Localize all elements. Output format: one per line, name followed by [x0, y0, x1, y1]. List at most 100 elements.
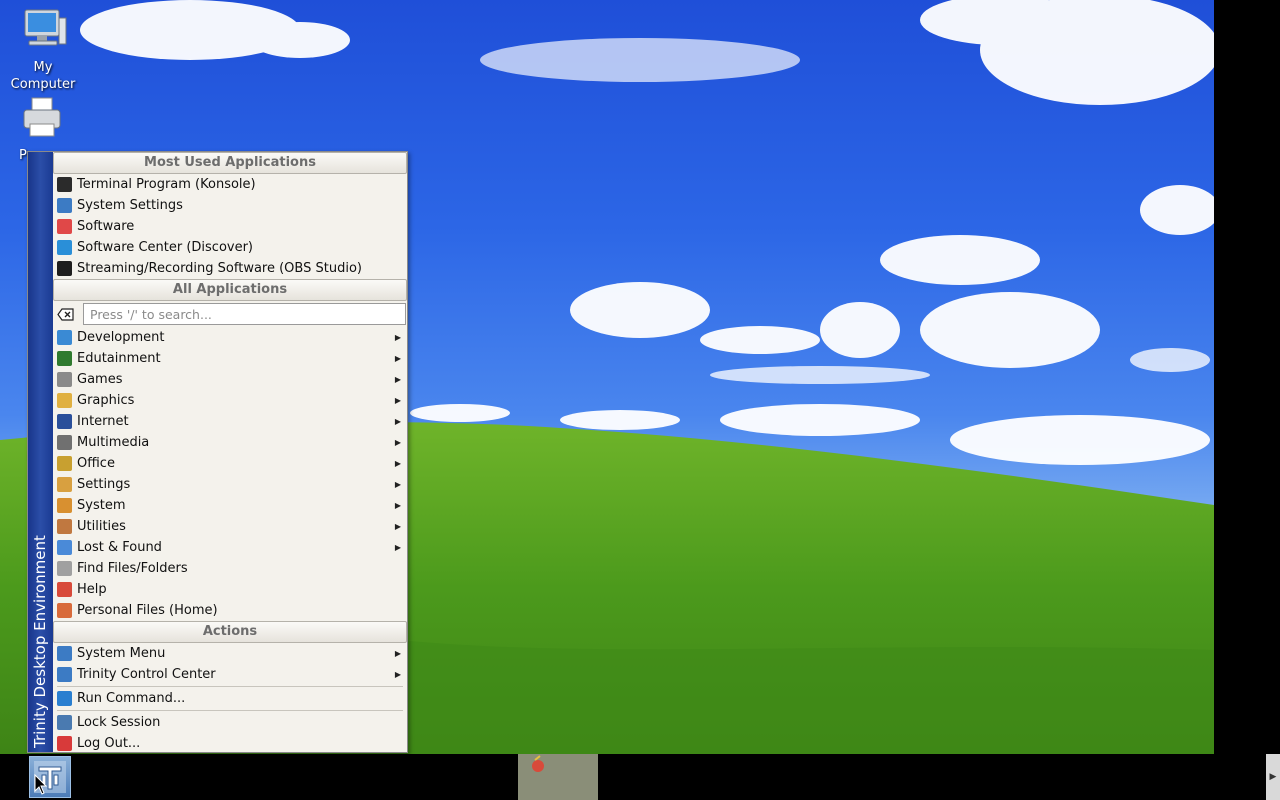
- menu-item-label: Games: [77, 372, 123, 387]
- system-menu-icon: [57, 646, 72, 661]
- utilities-icon: [57, 519, 72, 534]
- menu-item-development[interactable]: Development ▶: [53, 327, 407, 348]
- menu-item-label: Software Center (Discover): [77, 240, 254, 255]
- edutainment-icon: [57, 351, 72, 366]
- menu-item-terminal-program-konsole[interactable]: Terminal Program (Konsole): [53, 174, 407, 195]
- menu-item-lock-session[interactable]: Lock Session: [53, 712, 407, 733]
- menu-item-label: Help: [77, 582, 107, 597]
- menu-item-label: Streaming/Recording Software (OBS Studio…: [77, 261, 362, 276]
- submenu-arrow-icon: ▶: [394, 649, 401, 658]
- system-settings-icon: [57, 198, 72, 213]
- menu-item-streaming-recording-software-obs-studio[interactable]: Streaming/Recording Software (OBS Studio…: [53, 258, 407, 279]
- menu-item-label: System Menu: [77, 646, 166, 661]
- submenu-arrow-icon: ▶: [394, 543, 401, 552]
- submenu-arrow-icon: ▶: [394, 354, 401, 363]
- panel-scroll-right-button[interactable]: ▶: [1266, 754, 1280, 800]
- help-lifebuoy-icon: [57, 582, 72, 597]
- discover-icon: [57, 240, 72, 255]
- menu-item-system[interactable]: System ▶: [53, 495, 407, 516]
- menu-separator: [57, 686, 403, 687]
- logout-icon: [57, 736, 72, 751]
- games-icon: [57, 372, 72, 387]
- side-banner: Trinity Desktop Environment: [28, 152, 53, 752]
- menu-item-graphics[interactable]: Graphics ▶: [53, 390, 407, 411]
- all-apps-list: Development ▶ Edutainment ▶ Games ▶ Graphics ▶ I…: [53, 327, 407, 621]
- menu-item-system-settings[interactable]: System Settings: [53, 195, 407, 216]
- start-menu[interactable]: Trinity Desktop Environment Most Used Ap…: [27, 151, 408, 753]
- menu-item-label: Software: [77, 219, 135, 234]
- submenu-arrow-icon: ▶: [394, 438, 401, 447]
- menu-item-system-menu[interactable]: System Menu ▶: [53, 643, 407, 664]
- submenu-arrow-icon: ▶: [394, 417, 401, 426]
- screen-edge: [1214, 0, 1280, 754]
- menu-item-label: System: [77, 498, 126, 513]
- menu-item-label: Development: [77, 330, 165, 345]
- menu-item-find-files-folders[interactable]: Find Files/Folders: [53, 558, 407, 579]
- menu-item-label: Multimedia: [77, 435, 150, 450]
- submenu-arrow-icon: ▶: [394, 522, 401, 531]
- control-center-icon: [57, 667, 72, 682]
- run-command-icon: [57, 691, 72, 706]
- desktop-icon-label: Computer: [10, 77, 76, 92]
- menu-item-office[interactable]: Office ▶: [53, 453, 407, 474]
- menu-separator: [57, 710, 403, 711]
- menu-item-internet[interactable]: Internet ▶: [53, 411, 407, 432]
- menu-item-settings[interactable]: Settings ▶: [53, 474, 407, 495]
- settings-icon: [57, 477, 72, 492]
- menu-item-help[interactable]: Help: [53, 579, 407, 600]
- desktop-icon-my-computer[interactable]: My Computer: [6, 8, 80, 93]
- office-icon: [57, 456, 72, 471]
- menu-item-utilities[interactable]: Utilities ▶: [53, 516, 407, 537]
- help-circle-icon: [57, 540, 72, 555]
- menu-item-games[interactable]: Games ▶: [53, 369, 407, 390]
- menu-item-software-center-discover[interactable]: Software Center (Discover): [53, 237, 407, 258]
- menu-item-label: Lock Session: [77, 715, 161, 730]
- computer-icon: [24, 9, 67, 46]
- clear-search-icon[interactable]: [57, 308, 74, 321]
- taskbar-app-button[interactable]: [518, 754, 598, 800]
- menu-body: Most Used Applications Terminal Program …: [53, 152, 407, 752]
- menu-item-label: Log Out...: [77, 736, 141, 751]
- section-header-all-apps: All Applications: [53, 279, 407, 301]
- find-icon: [57, 561, 72, 576]
- home-icon: [57, 603, 72, 618]
- app-thumbnail-icon: [532, 755, 544, 772]
- submenu-arrow-icon: ▶: [394, 501, 401, 510]
- system-icon: [57, 498, 72, 513]
- printer-icon: [23, 97, 61, 137]
- section-header-most-used: Most Used Applications: [53, 152, 407, 174]
- search-row: [53, 301, 407, 327]
- menu-item-multimedia[interactable]: Multimedia ▶: [53, 432, 407, 453]
- graphics-icon: [57, 393, 72, 408]
- menu-item-edutainment[interactable]: Edutainment ▶: [53, 348, 407, 369]
- menu-item-trinity-control-center[interactable]: Trinity Control Center ▶: [53, 664, 407, 685]
- development-icon: [57, 330, 72, 345]
- menu-item-label: Internet: [77, 414, 129, 429]
- mouse-cursor-icon: [34, 774, 48, 795]
- menu-item-label: Terminal Program (Konsole): [77, 177, 256, 192]
- menu-item-label: Edutainment: [77, 351, 161, 366]
- menu-item-lost-found[interactable]: Lost & Found ▶: [53, 537, 407, 558]
- submenu-arrow-icon: ▶: [394, 480, 401, 489]
- menu-item-personal-files-home[interactable]: Personal Files (Home): [53, 600, 407, 621]
- submenu-arrow-icon: ▶: [394, 459, 401, 468]
- menu-item-label: Lost & Found: [77, 540, 162, 555]
- menu-item-log-out[interactable]: Log Out...: [53, 733, 407, 754]
- taskbar: ▶: [0, 754, 1280, 800]
- desktop-icon-label: My: [33, 60, 53, 75]
- menu-item-label: Run Command...: [77, 691, 186, 706]
- actions-list: System Menu ▶ Trinity Control Center ▶ Run C…: [53, 643, 407, 754]
- menu-item-label: Office: [77, 456, 115, 471]
- submenu-arrow-icon: ▶: [394, 333, 401, 342]
- menu-item-run-command[interactable]: Run Command...: [53, 688, 407, 709]
- menu-item-label: Find Files/Folders: [77, 561, 188, 576]
- menu-item-label: System Settings: [77, 198, 183, 213]
- search-input[interactable]: [83, 303, 406, 325]
- menu-item-software[interactable]: Software: [53, 216, 407, 237]
- menu-item-label: Trinity Control Center: [77, 667, 216, 682]
- section-header-actions: Actions: [53, 621, 407, 643]
- obs-icon: [57, 261, 72, 276]
- lock-icon: [57, 715, 72, 730]
- submenu-arrow-icon: ▶: [394, 670, 401, 679]
- menu-item-label: Utilities: [77, 519, 126, 534]
